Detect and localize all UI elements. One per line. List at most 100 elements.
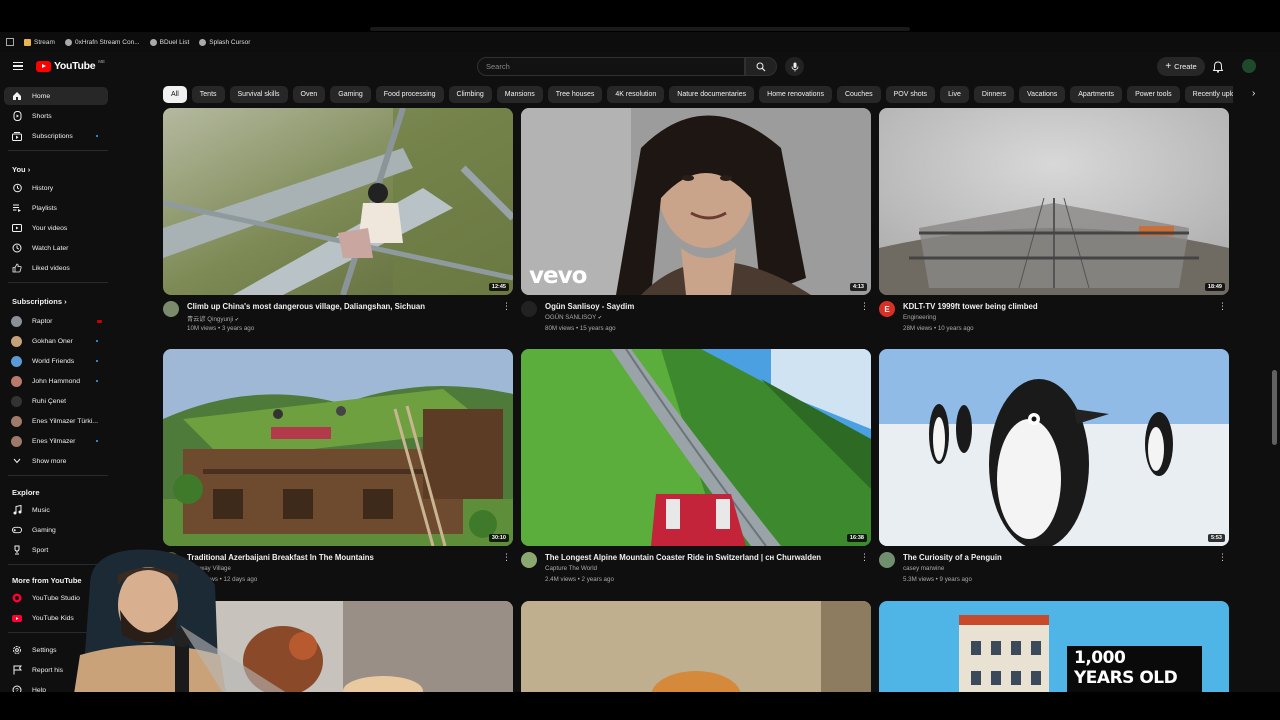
notifications-button[interactable] (1212, 60, 1224, 78)
sidebar-item-history[interactable]: History (4, 179, 108, 197)
channel-name[interactable]: Engineering (903, 314, 936, 321)
video-card[interactable]: vevo 4:13 Ogün Sanlisoy - Saydim OGÜN SA… (521, 108, 871, 338)
show-more-label: Show more (32, 457, 67, 465)
chevron-right-icon[interactable]: › (1252, 88, 1255, 99)
sidebar-item-subscriptions[interactable]: Subscriptions (4, 127, 108, 145)
chip[interactable]: Tents (191, 86, 225, 103)
sidebar-item-liked-videos[interactable]: Liked videos (4, 259, 108, 277)
video-title[interactable]: Ogün Sanlisoy - Saydim (545, 302, 634, 311)
apps-grid-icon[interactable] (6, 38, 14, 46)
more-options-icon[interactable]: ⋮ (1218, 302, 1227, 311)
video-thumbnail[interactable]: 18:49 (879, 108, 1229, 295)
sidebar-you-heading[interactable]: You › (12, 165, 30, 174)
channel-name[interactable]: casey marwine (903, 565, 944, 572)
sidebar-item-subscription[interactable]: Raptor (4, 312, 108, 330)
video-title[interactable]: The Longest Alpine Mountain Coaster Ride… (545, 553, 821, 562)
chip[interactable]: Nature documentaries (669, 86, 755, 103)
more-options-icon[interactable]: ⋮ (860, 302, 869, 311)
sidebar-item-subscription[interactable]: Ruhi Çenet (4, 392, 108, 410)
chip[interactable]: Climbing (448, 86, 492, 103)
chip[interactable]: 4K resolution (607, 86, 665, 103)
video-thumbnail[interactable]: 12:45 (163, 108, 513, 295)
channel-avatar[interactable] (521, 552, 537, 568)
chip[interactable]: Couches (836, 86, 881, 103)
chip[interactable]: Food processing (375, 86, 444, 103)
video-thumbnail[interactable]: 16:38 (521, 349, 871, 546)
chip[interactable]: Live (940, 86, 969, 103)
video-title[interactable]: KDLT-TV 1999ft tower being climbed (903, 302, 1038, 311)
sidebar-subscriptions-heading[interactable]: Subscriptions › (12, 297, 67, 306)
video-title[interactable]: The Curiosity of a Penguin (903, 553, 1002, 562)
chip[interactable]: Oven (292, 86, 326, 103)
search-input[interactable]: Search (477, 57, 745, 76)
bookmark-splash-cursor[interactable]: Splash Cursor (199, 38, 250, 46)
sidebar-item-shorts[interactable]: Shorts (4, 107, 108, 125)
video-thumbnail[interactable]: 30:10 (163, 349, 513, 546)
page-scrollbar[interactable] (1272, 102, 1277, 720)
video-thumbnail[interactable]: 1,000 YEARS OLD (879, 601, 1229, 701)
sidebar-item-home[interactable]: Home (4, 87, 108, 105)
chip[interactable]: POV shots (885, 86, 936, 103)
home-icon (12, 91, 22, 101)
chip[interactable]: Recently uploaded (1184, 86, 1233, 103)
sidebar-item-subscription[interactable]: Enes Yilmazer Türki... (4, 412, 108, 430)
chip[interactable]: Dinners (973, 86, 1015, 103)
sidebar-item-watch-later[interactable]: Watch Later (4, 239, 108, 257)
video-card[interactable]: 5:53 The Curiosity of a Penguin casey ma… (879, 349, 1229, 583)
video-card[interactable]: 18:49 E KDLT-TV 1999ft tower being climb… (879, 108, 1229, 338)
video-meta: 80M views • 15 years ago (545, 325, 616, 332)
sidebar-item-subscription[interactable]: World Friends (4, 352, 108, 370)
video-title[interactable]: Climb up China's most dangerous village,… (187, 302, 425, 311)
bookmark-stream[interactable]: Stream (24, 38, 55, 46)
chip[interactable]: Home renovations (759, 86, 832, 103)
video-thumbnail[interactable]: 5:53 (879, 349, 1229, 546)
duration-badge: 30:10 (488, 534, 509, 542)
sidebar-item-your-videos[interactable]: Your videos (4, 219, 108, 237)
chip[interactable]: Gaming (330, 86, 371, 103)
youtube-logo[interactable]: YouTube ME (36, 59, 105, 72)
chip[interactable]: Mansions (496, 86, 543, 103)
search-button[interactable] (745, 57, 777, 76)
logo-text: YouTube (54, 60, 96, 72)
sidebar-item-gaming[interactable]: Gaming (4, 521, 108, 539)
scrollbar-thumb[interactable] (1272, 370, 1277, 445)
channel-avatar[interactable] (879, 552, 895, 568)
show-more-button[interactable]: Show more (4, 452, 108, 470)
bookmark-0xhrafn[interactable]: 0xHrafn Stream Con... (64, 38, 140, 46)
menu-icon[interactable] (13, 62, 23, 71)
chip[interactable]: Survival skills (229, 86, 288, 103)
video-card[interactable]: 12:45 Climb up China's most dangerous vi… (163, 108, 513, 338)
channel-avatar[interactable] (521, 301, 537, 317)
more-options-icon[interactable]: ⋮ (860, 553, 869, 562)
bookmark-bduel[interactable]: BDuel List (149, 38, 189, 46)
sidebar-item-label: Raptor (32, 317, 53, 325)
video-thumbnail[interactable] (521, 601, 871, 701)
chip[interactable]: Tree houses (547, 86, 603, 103)
chip[interactable]: Apartments (1070, 86, 1123, 103)
create-button[interactable]: + Create (1157, 57, 1205, 76)
channel-name[interactable]: Capture The World (545, 565, 597, 572)
voice-search-button[interactable] (785, 57, 804, 76)
sidebar-item-subscription[interactable]: Enes Yilmazer (4, 432, 108, 450)
channel-avatar[interactable]: E (879, 301, 895, 317)
more-options-icon[interactable]: ⋮ (502, 553, 511, 562)
chip-all[interactable]: All (163, 86, 187, 103)
sidebar-item-music[interactable]: Music (4, 501, 108, 519)
sidebar-item-subscription[interactable]: John Hammond (4, 372, 108, 390)
sidebar-item-playlists[interactable]: Playlists (4, 199, 108, 217)
sidebar-item-subscription[interactable]: Gokhan Oner (4, 332, 108, 350)
duration-badge: 12:45 (488, 283, 509, 291)
account-avatar[interactable] (1242, 59, 1256, 73)
video-card[interactable] (521, 601, 871, 701)
chip[interactable]: Power tools (1127, 86, 1180, 103)
like-icon (12, 263, 22, 273)
video-card[interactable]: 16:38 The Longest Alpine Mountain Coaste… (521, 349, 871, 583)
channel-avatar[interactable] (163, 301, 179, 317)
more-options-icon[interactable]: ⋮ (1218, 553, 1227, 562)
video-card[interactable]: 1,000 YEARS OLD (879, 601, 1229, 701)
channel-name[interactable]: 青云谚 Qingyunji ✔ (187, 314, 239, 323)
video-thumbnail[interactable]: vevo 4:13 (521, 108, 871, 295)
channel-name[interactable]: OGÜN SANLISOY ✔ (545, 314, 602, 321)
more-options-icon[interactable]: ⋮ (502, 302, 511, 311)
chip[interactable]: Vacations (1019, 86, 1066, 103)
